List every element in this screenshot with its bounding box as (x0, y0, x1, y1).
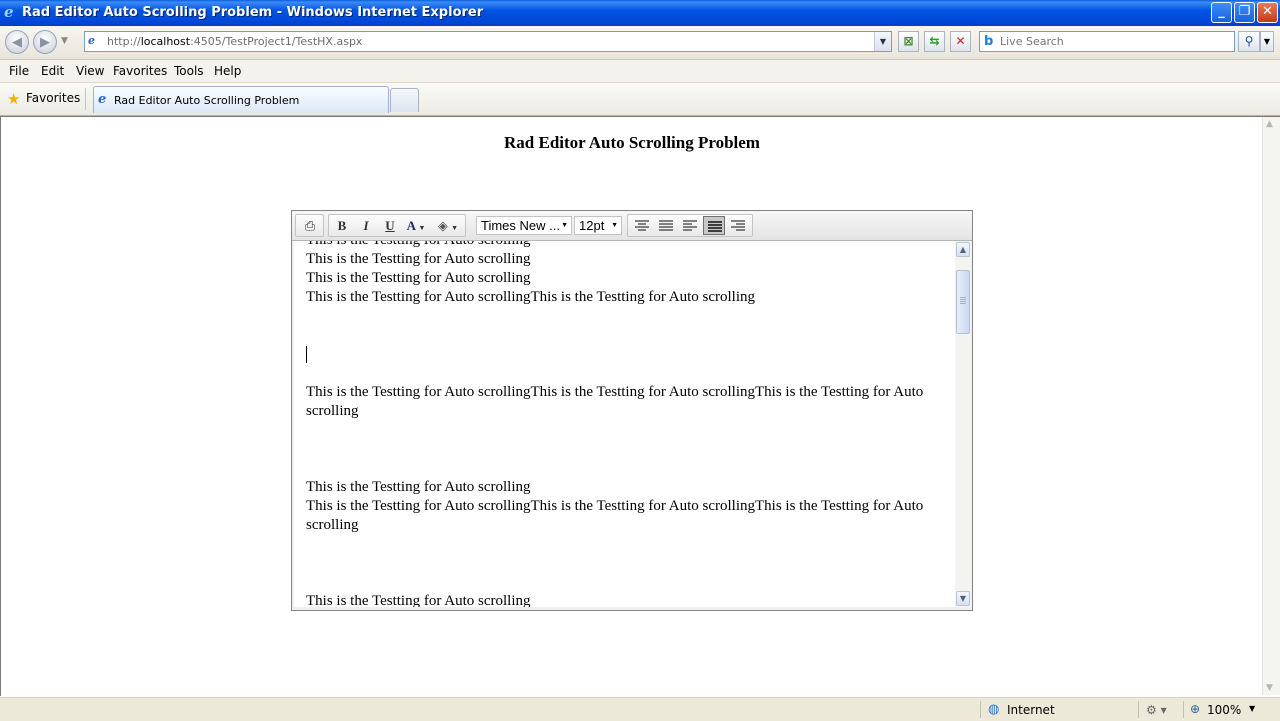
back-button[interactable]: ◀ (5, 30, 29, 54)
editor-scrollbar[interactable]: ▲ ▼ (955, 241, 971, 607)
rad-editor: ⎙ B I U A ▼ ◈ ▼ Times New ... ▼ 12pt ▼ T… (291, 210, 973, 611)
italic-button[interactable]: I (355, 216, 377, 235)
forward-button[interactable]: ▶ (33, 30, 57, 54)
search-button[interactable]: ⚲ (1238, 31, 1260, 52)
format-group: B I U A ▼ ◈ ▼ (328, 214, 466, 237)
alignment-group (627, 214, 753, 237)
editor-line: This is the Testting for Auto scrolling (306, 251, 531, 267)
star-icon[interactable]: ★ (7, 90, 20, 108)
scroll-up-icon[interactable]: ▲ (1266, 119, 1273, 129)
close-button[interactable]: ✕ (1257, 2, 1278, 23)
align-justify-icon[interactable] (703, 216, 725, 235)
align-left-icon[interactable] (679, 216, 701, 235)
maximize-button[interactable]: ❐ (1234, 2, 1255, 23)
search-input[interactable] (1000, 34, 1225, 49)
font-name-select[interactable]: Times New ... ▼ (476, 216, 572, 235)
font-size-select[interactable]: 12pt ▼ (574, 216, 622, 235)
page-title: Rad Editor Auto Scrolling Problem (504, 133, 760, 152)
zoom-icon[interactable]: ⊕ (1190, 702, 1200, 716)
compatibility-view-icon[interactable]: ⊠ (898, 31, 919, 52)
ie-logo-icon: e (4, 3, 14, 21)
security-zone[interactable]: Internet (1007, 703, 1055, 717)
live-search-logo-icon: b (984, 34, 994, 49)
editor-line: This is the Testting for Auto scrolling (306, 479, 531, 495)
menu-tools[interactable]: Tools (174, 64, 204, 78)
editor-content-area[interactable]: This is the Testting for Auto scrolling … (294, 241, 955, 607)
menu-help[interactable]: Help (214, 64, 241, 78)
search-box[interactable]: b (979, 31, 1235, 52)
search-options-dropdown-icon[interactable]: ▼ (1260, 31, 1274, 52)
zoom-level[interactable]: 100% (1207, 703, 1241, 717)
bold-button[interactable]: B (331, 216, 353, 235)
favorites-bar: ★ Favorites e Rad Editor Auto Scrolling … (0, 83, 1280, 116)
new-tab-button[interactable] (390, 88, 419, 112)
editor-line: This is the Testting for Auto scrolling (306, 593, 531, 607)
menu-favorites[interactable]: Favorites (113, 64, 167, 78)
menu-file[interactable]: File (9, 64, 29, 78)
minimize-button[interactable]: _ (1211, 2, 1232, 23)
status-bar: ◍ Internet ⚙ ▾ ⊕ 100% ▼ (0, 697, 1280, 721)
tab-active-page[interactable]: e Rad Editor Auto Scrolling Problem (93, 86, 389, 113)
window-titlebar: e Rad Editor Auto Scrolling Problem - Wi… (0, 0, 1280, 26)
print-icon[interactable]: ⎙ (299, 216, 321, 235)
stop-icon[interactable]: ✕ (950, 31, 971, 52)
navigation-bar: ◀ ▶ ▼ e http://localhost:4505/TestProjec… (0, 26, 1280, 60)
divider (1183, 701, 1184, 718)
scroll-up-icon[interactable]: ▲ (956, 242, 970, 257)
ie-page-icon: e (98, 92, 107, 107)
refresh-icon[interactable]: ⇆ (924, 31, 945, 52)
menu-view[interactable]: View (76, 64, 104, 78)
scroll-thumb[interactable] (956, 270, 970, 334)
editor-toolbar: ⎙ B I U A ▼ ◈ ▼ Times New ... ▼ 12pt ▼ (292, 211, 972, 241)
address-url[interactable]: http://localhost:4505/TestProject1/TestH… (107, 35, 362, 48)
underline-button[interactable]: U (379, 216, 401, 235)
editor-line: scrolling (306, 403, 359, 419)
globe-icon: ◍ (988, 702, 1000, 717)
scroll-down-icon[interactable]: ▼ (1266, 683, 1273, 693)
page-viewport: Rad Editor Auto Scrolling Problem ⎙ B I … (0, 116, 1280, 696)
zoom-dropdown-icon[interactable]: ▼ (1249, 704, 1255, 713)
editor-line: This is the Testting for Auto scrolling (306, 241, 531, 250)
editor-line: This is the Testting for Auto scrollingT… (306, 384, 924, 400)
address-dropdown-icon[interactable]: ▼ (874, 32, 891, 51)
editor-line: This is the Testting for Auto scrollingT… (306, 289, 755, 305)
protected-mode-icon[interactable]: ⚙ ▾ (1146, 703, 1167, 717)
editor-line: This is the Testting for Auto scrollingT… (306, 498, 924, 514)
forecolor-button[interactable]: A ▼ (401, 216, 431, 235)
backcolor-button[interactable]: ◈ ▼ (433, 216, 463, 235)
align-center-icon[interactable] (631, 216, 653, 235)
editor-line: This is the Testting for Auto scrolling (306, 270, 531, 286)
recent-pages-dropdown-icon[interactable]: ▼ (61, 36, 68, 46)
divider (1138, 701, 1139, 718)
editor-line: scrolling (306, 517, 359, 533)
align-full-icon[interactable] (655, 216, 677, 235)
scroll-down-icon[interactable]: ▼ (956, 591, 970, 606)
text-caret (306, 346, 307, 363)
tab-label: Rad Editor Auto Scrolling Problem (114, 94, 300, 107)
menu-bar: File Edit View Favorites Tools Help (0, 60, 1280, 83)
page-scrollbar[interactable]: ▲ ▼ (1262, 117, 1280, 695)
align-right-icon[interactable] (727, 216, 749, 235)
divider (85, 88, 86, 110)
divider (980, 701, 981, 718)
favorites-button[interactable]: Favorites (26, 91, 80, 105)
menu-edit[interactable]: Edit (41, 64, 64, 78)
window-title: Rad Editor Auto Scrolling Problem - Wind… (22, 5, 484, 20)
address-field[interactable]: e http://localhost:4505/TestProject1/Tes… (84, 31, 892, 52)
ie-page-icon: e (88, 34, 95, 47)
paint-bucket-icon: ◈ (437, 218, 448, 233)
